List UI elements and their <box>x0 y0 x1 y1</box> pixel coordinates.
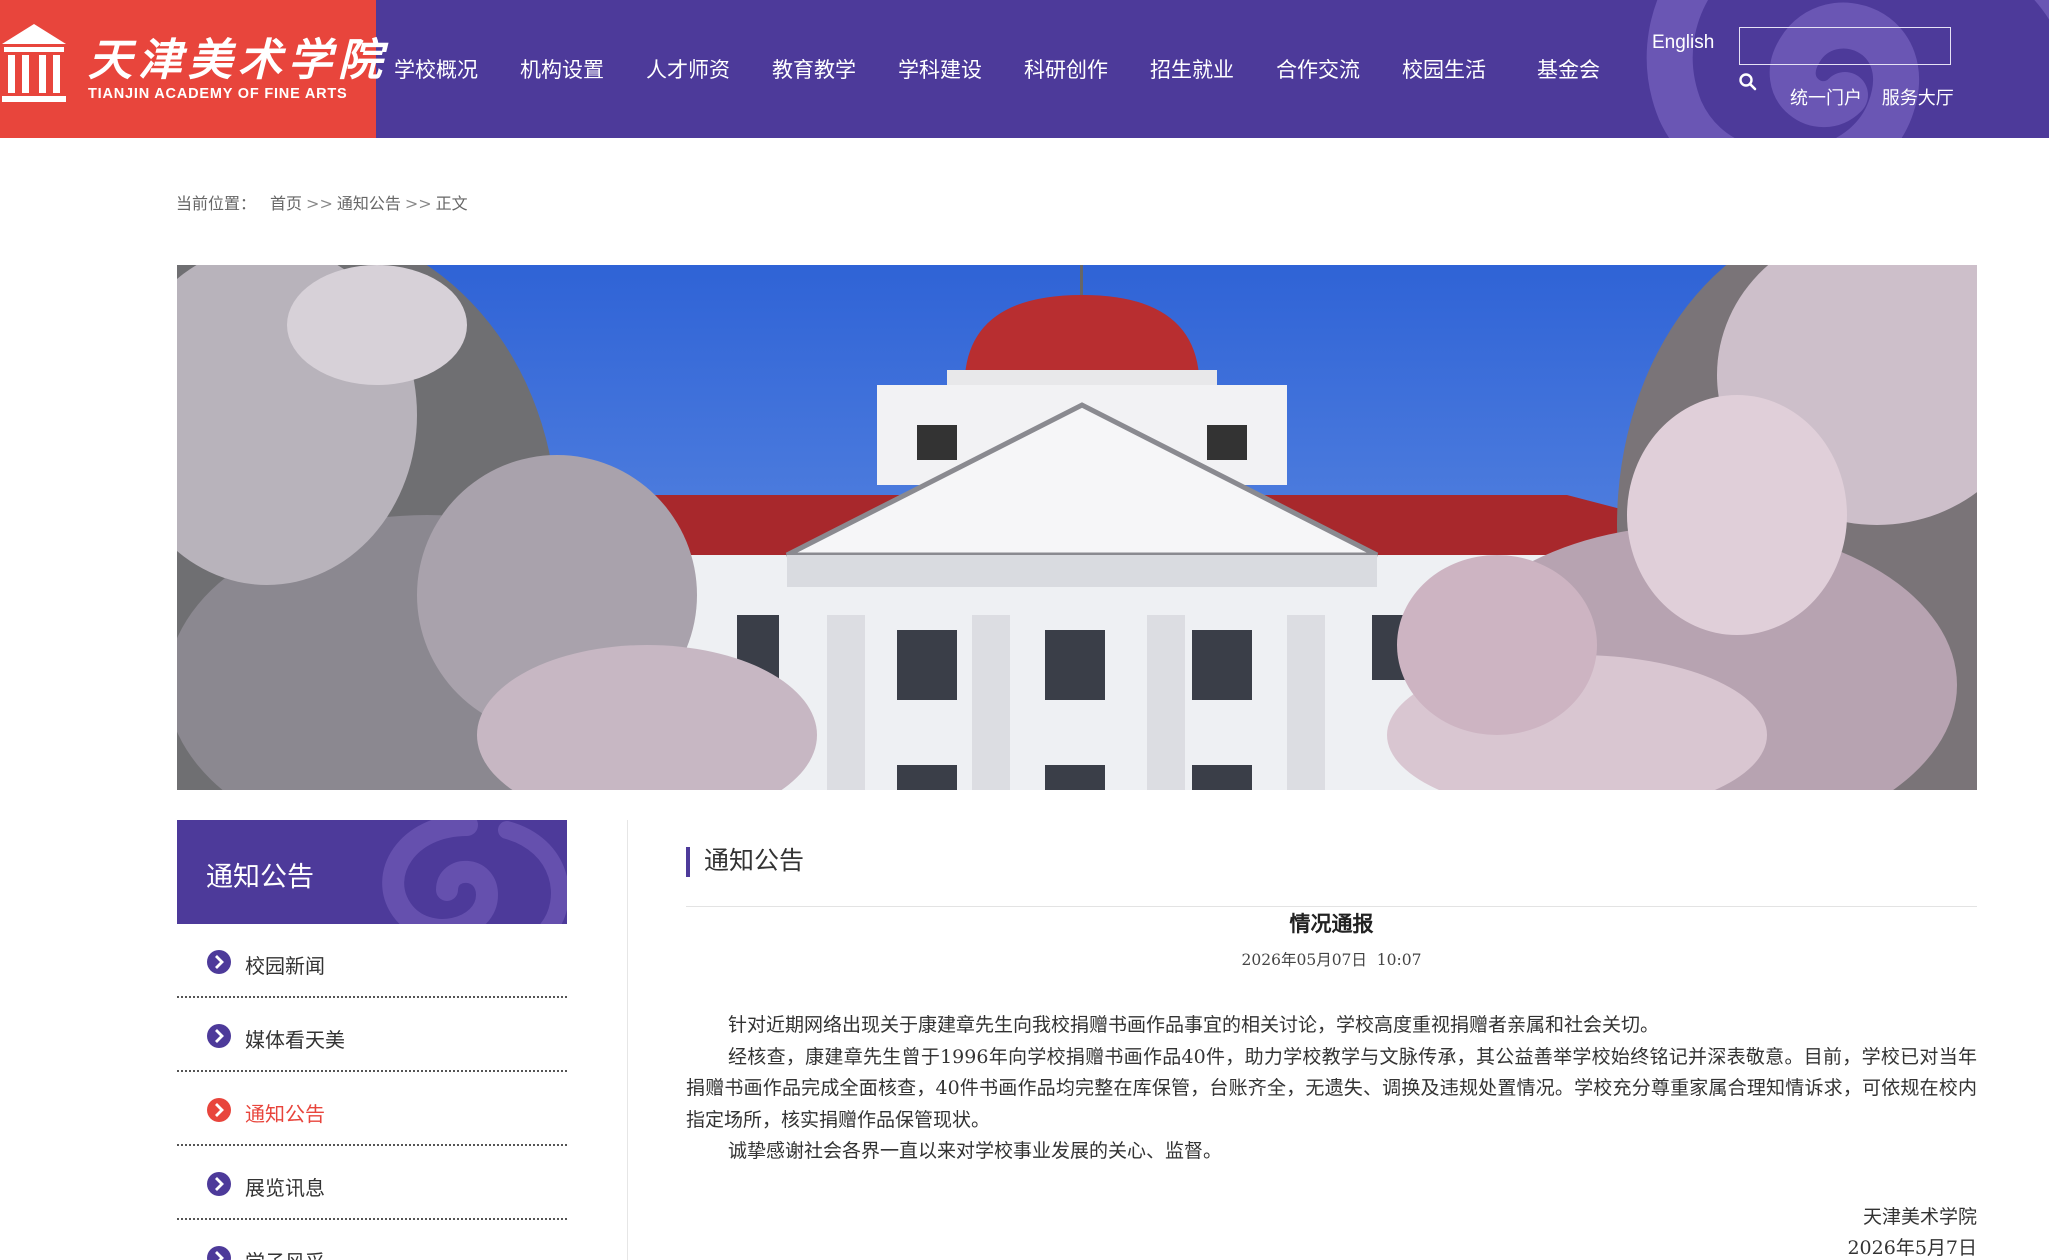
sidebar-item-label: 学子风采 <box>245 1246 325 1260</box>
sidebar-item-exhibitions[interactable]: 展览讯息 <box>177 1146 567 1220</box>
nav-item-faculty[interactable]: 人才师资 <box>625 54 751 84</box>
article-body: 针对近期网络出现关于康建章先生向我校捐赠书画作品事宜的相关讨论，学校高度重视捐赠… <box>686 1010 1977 1168</box>
sidebar-item-notices[interactable]: 通知公告 <box>177 1072 567 1146</box>
breadcrumb-notices[interactable]: 通知公告 <box>337 194 401 213</box>
article-paragraph: 针对近期网络出现关于康建章先生向我校捐赠书画作品事宜的相关讨论，学校高度重视捐赠… <box>728 1014 1660 1036</box>
breadcrumb-home[interactable]: 首页 <box>270 194 302 213</box>
chevron-right-icon <box>207 1246 231 1260</box>
sidebar-header: 通知公告 <box>177 820 567 924</box>
chevron-right-icon <box>207 950 231 974</box>
nav-item-organization[interactable]: 机构设置 <box>499 54 625 84</box>
decorative-swirl-icon <box>382 820 567 924</box>
section-divider <box>686 906 1977 907</box>
sidebar-item-students[interactable]: 学子风采 <box>177 1220 567 1260</box>
chevron-right-icon <box>207 1172 231 1196</box>
breadcrumb-prefix: 当前位置： <box>176 194 257 213</box>
article-paragraph: 经核查，康建章先生曾于1996年向学校捐赠书画作品40件，助力学校教学与文脉传承… <box>686 1045 1977 1131</box>
search-icon[interactable] <box>1738 72 1758 92</box>
breadcrumb-separator: >> <box>306 194 333 213</box>
sidebar-item-label: 校园新闻 <box>245 954 325 978</box>
section-title: 通知公告 <box>686 847 804 877</box>
breadcrumb-separator: >> <box>404 194 432 213</box>
nav-item-cooperation[interactable]: 合作交流 <box>1255 54 1381 84</box>
signature-date: 2026年5月7日 <box>1847 1237 1977 1259</box>
nav-item-admissions[interactable]: 招生就业 <box>1129 54 1255 84</box>
article-signature: 天津美术学院 2026年5月7日 <box>1847 1202 1977 1260</box>
sidebar: 通知公告 校园新闻 媒体看天美 通知公告 展览讯息 学子风采 <box>177 820 567 1260</box>
search-input[interactable] <box>1739 27 1951 65</box>
nav-item-research[interactable]: 科研创作 <box>1003 54 1129 84</box>
campus-banner-image <box>177 265 1977 790</box>
main-nav: 学校概况 机构设置 人才师资 教育教学 学科建设 科研创作 招生就业 合作交流 … <box>376 0 1621 138</box>
breadcrumb-current: 正文 <box>435 194 468 213</box>
unified-portal-link[interactable]: 统一门户 <box>1790 88 1862 109</box>
signature-organization: 天津美术学院 <box>1862 1206 1977 1228</box>
service-hall-link[interactable]: 服务大厅 <box>1882 88 1954 109</box>
sidebar-title: 通知公告 <box>206 862 314 893</box>
chevron-right-icon <box>207 1024 231 1048</box>
nav-item-education[interactable]: 教育教学 <box>751 54 877 84</box>
logo-english-name: TIANJIN ACADEMY OF FINE ARTS <box>88 86 348 102</box>
site-header: 天津美术学院 TIANJIN ACADEMY OF FINE ARTS 学校概况… <box>0 0 2049 138</box>
column-divider <box>627 820 628 1260</box>
academy-building-icon <box>2 24 66 102</box>
nav-item-foundation[interactable]: 基金会 <box>1507 54 1621 84</box>
breadcrumb: 当前位置： 首页 >> 通知公告 >> 正文 <box>176 190 468 214</box>
nav-item-school-overview[interactable]: 学校概况 <box>376 54 499 84</box>
sidebar-item-media[interactable]: 媒体看天美 <box>177 998 567 1072</box>
decorative-swirl-icon <box>1646 0 2049 138</box>
sidebar-item-label: 展览讯息 <box>245 1176 325 1200</box>
nav-item-disciplines[interactable]: 学科建设 <box>877 54 1003 84</box>
sidebar-item-campus-news[interactable]: 校园新闻 <box>177 924 567 998</box>
logo[interactable]: 天津美术学院 TIANJIN ACADEMY OF FINE ARTS <box>0 0 382 138</box>
chevron-right-icon <box>207 1098 231 1122</box>
english-link[interactable]: English <box>1652 32 1714 54</box>
sidebar-item-label: 通知公告 <box>245 1102 325 1126</box>
article-paragraph: 诚挚感谢社会各界一直以来对学校事业发展的关心、监督。 <box>728 1140 1223 1162</box>
article-title: 情况通报 <box>1289 911 1374 936</box>
header-quick-links: 统一门户 服务大厅 <box>1790 84 1968 110</box>
nav-item-campus-life[interactable]: 校园生活 <box>1381 54 1507 84</box>
article-date: 2026年05月07日 10:07 <box>1241 951 1422 969</box>
logo-chinese-name: 天津美术学院 <box>88 35 388 86</box>
sidebar-item-label: 媒体看天美 <box>245 1028 345 1052</box>
